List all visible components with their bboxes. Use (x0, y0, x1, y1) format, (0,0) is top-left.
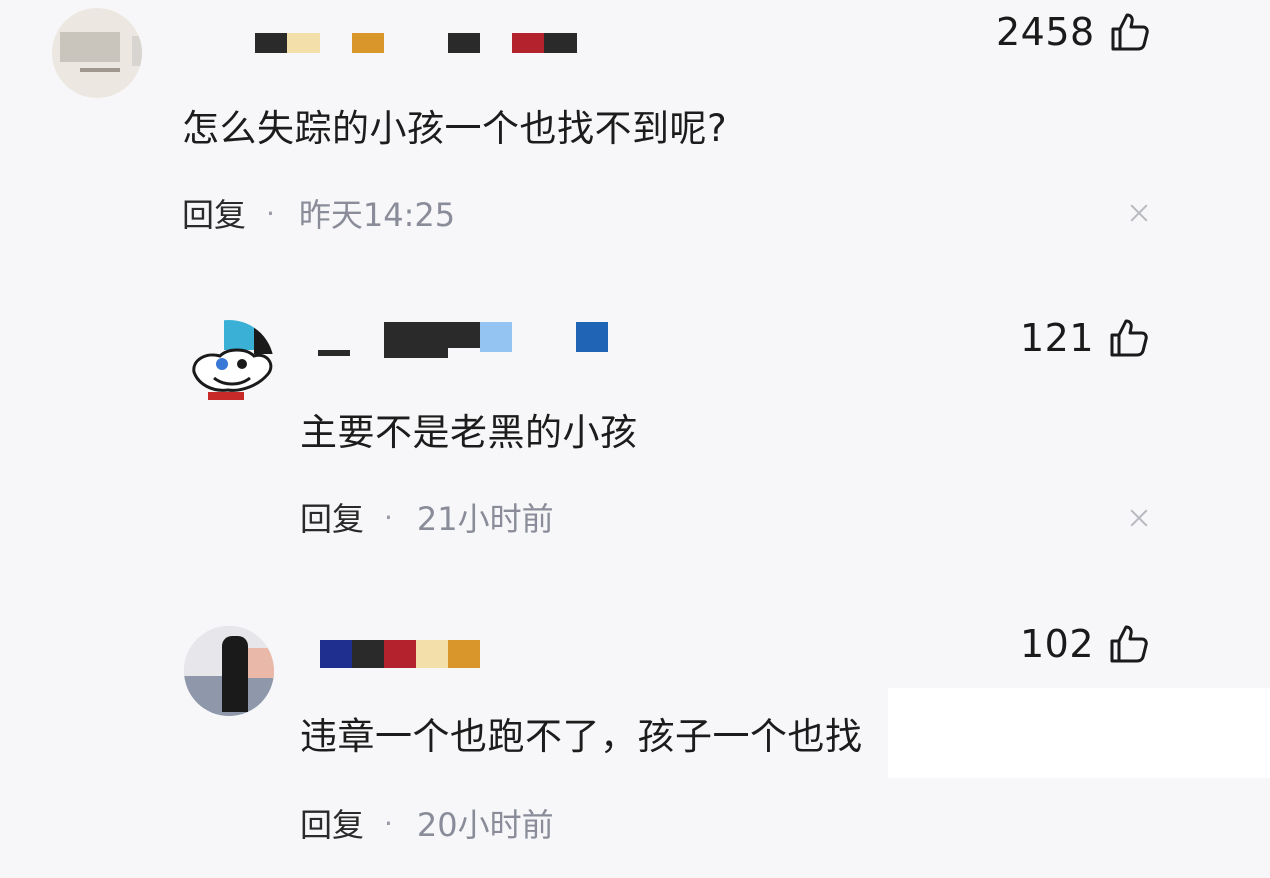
comment-item: 2458 怎么失踪的小孩一个也找不到呢? 回复 · 昨天14:25 (0, 0, 1270, 270)
username[interactable] (318, 322, 608, 358)
like-count: 121 (1020, 316, 1095, 360)
like-count: 102 (1020, 622, 1095, 666)
comment-meta: 回复 · 20小时前 (300, 800, 554, 846)
comment-meta: 回复 · 昨天14:25 (182, 190, 455, 236)
reply-button[interactable]: 回复 (300, 494, 364, 540)
username[interactable] (255, 33, 577, 53)
like-button[interactable]: 102 (1020, 622, 1150, 666)
close-icon[interactable] (1128, 202, 1150, 224)
cartoon-avatar-icon (192, 320, 274, 400)
comment-meta: 回复 · 21小时前 (300, 494, 554, 540)
avatar[interactable] (184, 320, 274, 410)
like-count: 2458 (996, 10, 1095, 54)
thumbs-up-icon (1110, 625, 1148, 663)
close-icon[interactable] (1128, 507, 1150, 529)
timestamp: 昨天14:25 (298, 196, 456, 234)
like-button[interactable]: 2458 (996, 10, 1151, 54)
like-button[interactable]: 121 (1020, 316, 1150, 360)
thumbs-up-icon (1110, 319, 1148, 357)
avatar[interactable] (184, 626, 274, 716)
avatar[interactable] (52, 8, 142, 98)
reply-button[interactable]: 回复 (300, 800, 364, 846)
timestamp: 21小时前 (416, 500, 554, 538)
separator-dot: · (384, 500, 393, 534)
reply-button[interactable]: 回复 (182, 190, 246, 236)
comment-text: 怎么失踪的小孩一个也找不到呢? (182, 107, 728, 150)
image-cut-mask (888, 688, 1270, 778)
separator-dot: · (384, 806, 393, 840)
username[interactable] (320, 640, 480, 668)
separator-dot: · (266, 196, 275, 230)
timestamp: 20小时前 (416, 806, 554, 844)
comment-item: 121 主要不是老黑的小孩 回复 · 21小时前 (0, 300, 1270, 560)
comment-text: 违章一个也跑不了，孩子一个也找 (300, 715, 863, 758)
thumbs-up-icon (1111, 13, 1149, 51)
comment-text: 主要不是老黑的小孩 (300, 411, 638, 454)
